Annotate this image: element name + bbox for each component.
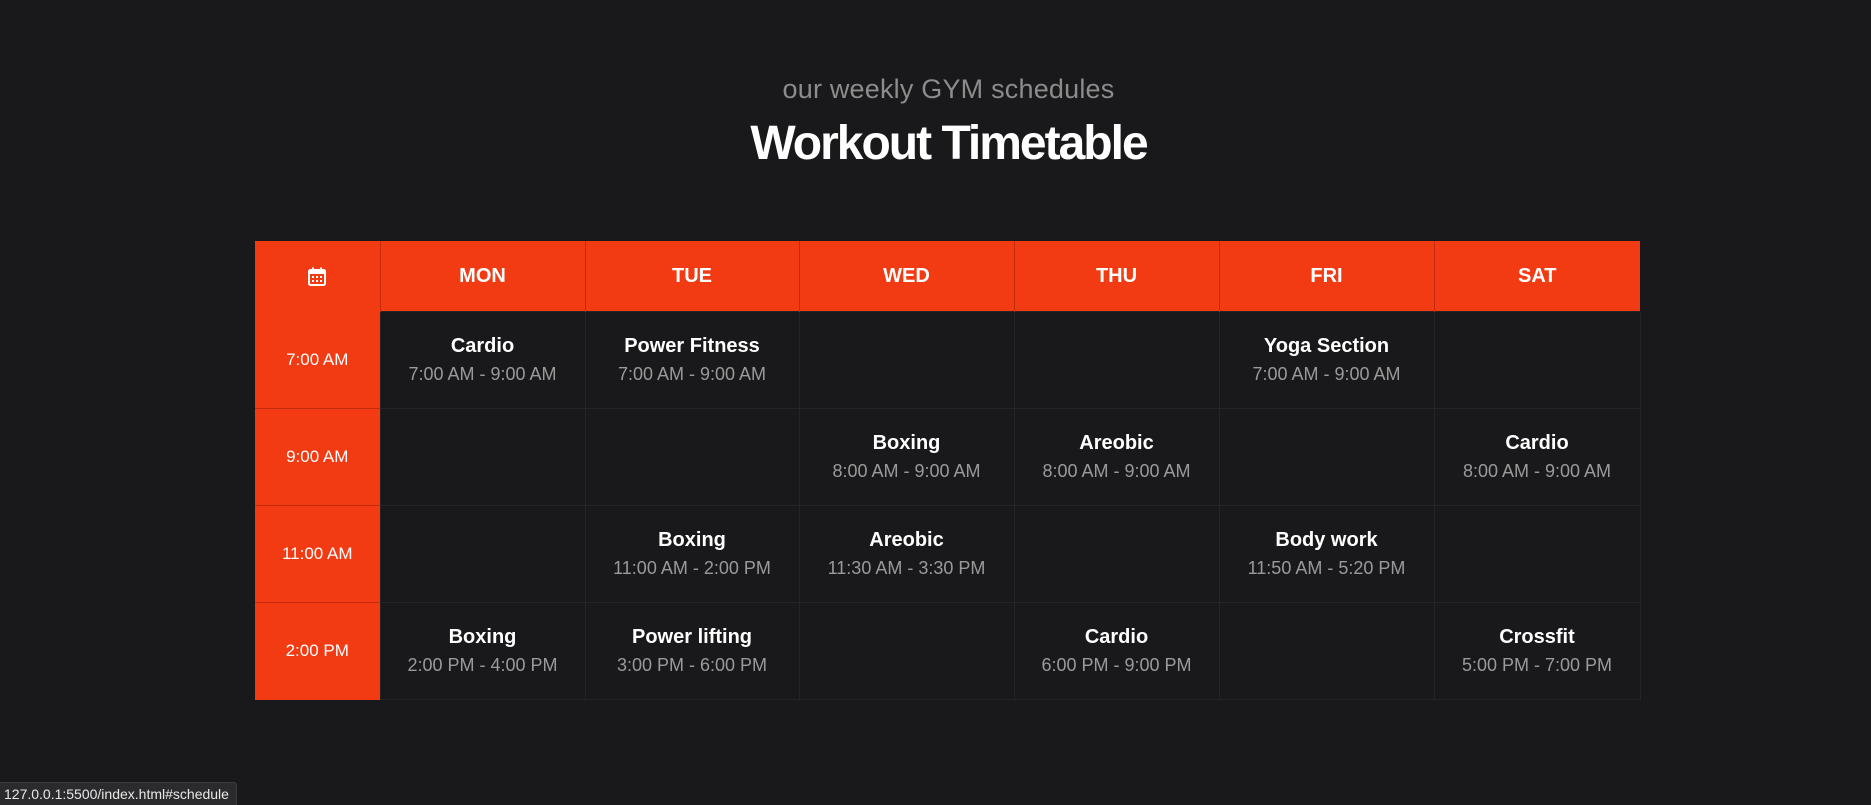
class-name: Cardio	[450, 335, 515, 357]
time-slot-label: 7:00 AM	[255, 311, 380, 409]
schedule-cell-thu	[1013, 311, 1220, 409]
day-header-wed: WED	[798, 241, 1014, 312]
day-header-tue: TUE	[584, 241, 799, 312]
schedule-cell-thu	[1013, 505, 1220, 603]
class-hours: 7:00 AM - 9:00 AM	[617, 364, 767, 384]
schedule-cell-sat	[1433, 505, 1641, 603]
schedule-cell-sat	[1433, 311, 1641, 409]
class-name: Power Fitness	[624, 335, 760, 357]
schedule-cell-mon: Cardio 7:00 AM - 9:00 AM	[379, 311, 586, 409]
schedule-cell-wed	[798, 311, 1015, 409]
schedule-cell-mon	[379, 408, 586, 506]
timetable-body: 7:00 AM Cardio 7:00 AM - 9:00 AM Power Fitn…	[255, 311, 1641, 700]
schedule-cell-tue: Boxing 11:00 AM - 2:00 PM	[584, 505, 800, 603]
class-name: Boxing	[658, 529, 726, 551]
schedule-cell-thu: Areobic 8:00 AM - 9:00 AM	[1013, 408, 1220, 506]
class-hours: 8:00 AM - 9:00 AM	[1462, 461, 1612, 481]
class-name: Cardio	[1084, 626, 1149, 648]
schedule-cell-sat: Cardio 8:00 AM - 9:00 AM	[1433, 408, 1641, 506]
schedule-cell-tue	[584, 408, 800, 506]
schedule-cell-mon	[379, 505, 586, 603]
schedule-cell-tue: Power lifting 3:00 PM - 6:00 PM	[584, 602, 800, 700]
table-row: 11:00 AM Boxing 11:00 AM - 2:00 PM Areobic 1…	[255, 505, 1641, 603]
class-name: Boxing	[448, 626, 517, 648]
schedule-cell-fri	[1218, 602, 1435, 700]
time-slot-label: 2:00 PM	[255, 602, 380, 700]
class-name: Areobic	[869, 529, 944, 551]
day-header-thu: THU	[1013, 241, 1219, 312]
class-hours: 11:50 AM - 5:20 PM	[1247, 558, 1406, 578]
time-slot-label: 11:00 AM	[255, 505, 380, 603]
schedule-cell-fri: Body work 11:50 AM - 5:20 PM	[1218, 505, 1435, 603]
workout-timetable: MON TUE WED THU FRI SAT 7:00 AM Cardio 7:0…	[255, 241, 1641, 700]
class-name: Boxing	[872, 432, 941, 454]
schedule-cell-mon: Boxing 2:00 PM - 4:00 PM	[379, 602, 586, 700]
day-header-fri: FRI	[1218, 241, 1434, 312]
class-hours: 5:00 PM - 7:00 PM	[1461, 655, 1613, 675]
schedule-cell-wed	[798, 602, 1015, 700]
class-name: Body work	[1275, 529, 1378, 551]
class-hours: 7:00 AM - 9:00 AM	[408, 364, 557, 384]
class-name: Power lifting	[632, 626, 752, 648]
link-status-bar: 127.0.0.1:5500/index.html#schedule	[0, 782, 237, 805]
schedule-cell-wed: Areobic 11:30 AM - 3:30 PM	[798, 505, 1015, 603]
class-hours: 6:00 PM - 9:00 PM	[1041, 655, 1192, 675]
table-row: 9:00 AM Boxing 8:00 AM - 9:00 AM Areobic 8:0…	[255, 408, 1641, 506]
schedule-cell-fri	[1218, 408, 1435, 506]
table-row: 7:00 AM Cardio 7:00 AM - 9:00 AM Power Fitn…	[255, 311, 1641, 409]
class-hours: 11:30 AM - 3:30 PM	[827, 558, 986, 578]
class-hours: 2:00 PM - 4:00 PM	[407, 655, 558, 675]
day-header-sat: SAT	[1433, 241, 1640, 312]
section-title: Workout Timetable	[750, 117, 1148, 170]
class-hours: 8:00 AM - 9:00 AM	[832, 461, 981, 481]
schedule-cell-wed: Boxing 8:00 AM - 9:00 AM	[798, 408, 1015, 506]
class-name: Areobic	[1079, 432, 1154, 454]
schedule-cell-sat: Crossfit 5:00 PM - 7:00 PM	[1433, 602, 1641, 700]
schedule-cell-tue: Power Fitness 7:00 AM - 9:00 AM	[584, 311, 800, 409]
section-subtitle: our weekly GYM schedules	[782, 74, 1115, 104]
table-row: 2:00 PM Boxing 2:00 PM - 4:00 PM Power lift…	[255, 602, 1641, 700]
day-header-mon: MON	[379, 241, 585, 312]
class-name: Crossfit	[1499, 626, 1575, 648]
day-header-row: MON TUE WED THU FRI SAT	[255, 241, 1640, 312]
class-hours: 11:00 AM - 2:00 PM	[613, 558, 771, 578]
time-slot-label: 9:00 AM	[255, 408, 380, 506]
class-name: Cardio	[1505, 432, 1569, 454]
class-name: Yoga Section	[1263, 335, 1390, 357]
class-hours: 8:00 AM - 9:00 AM	[1042, 461, 1191, 481]
calendar-icon	[308, 267, 327, 286]
schedule-cell-thu: Cardio 6:00 PM - 9:00 PM	[1013, 602, 1220, 700]
class-hours: 3:00 PM - 6:00 PM	[616, 655, 768, 675]
corner-cell	[255, 241, 380, 312]
schedule-cell-fri: Yoga Section 7:00 AM - 9:00 AM	[1218, 311, 1435, 409]
class-hours: 7:00 AM - 9:00 AM	[1252, 364, 1401, 384]
schedule-section: our weekly GYM schedules Workout Timetab…	[0, 0, 1871, 805]
